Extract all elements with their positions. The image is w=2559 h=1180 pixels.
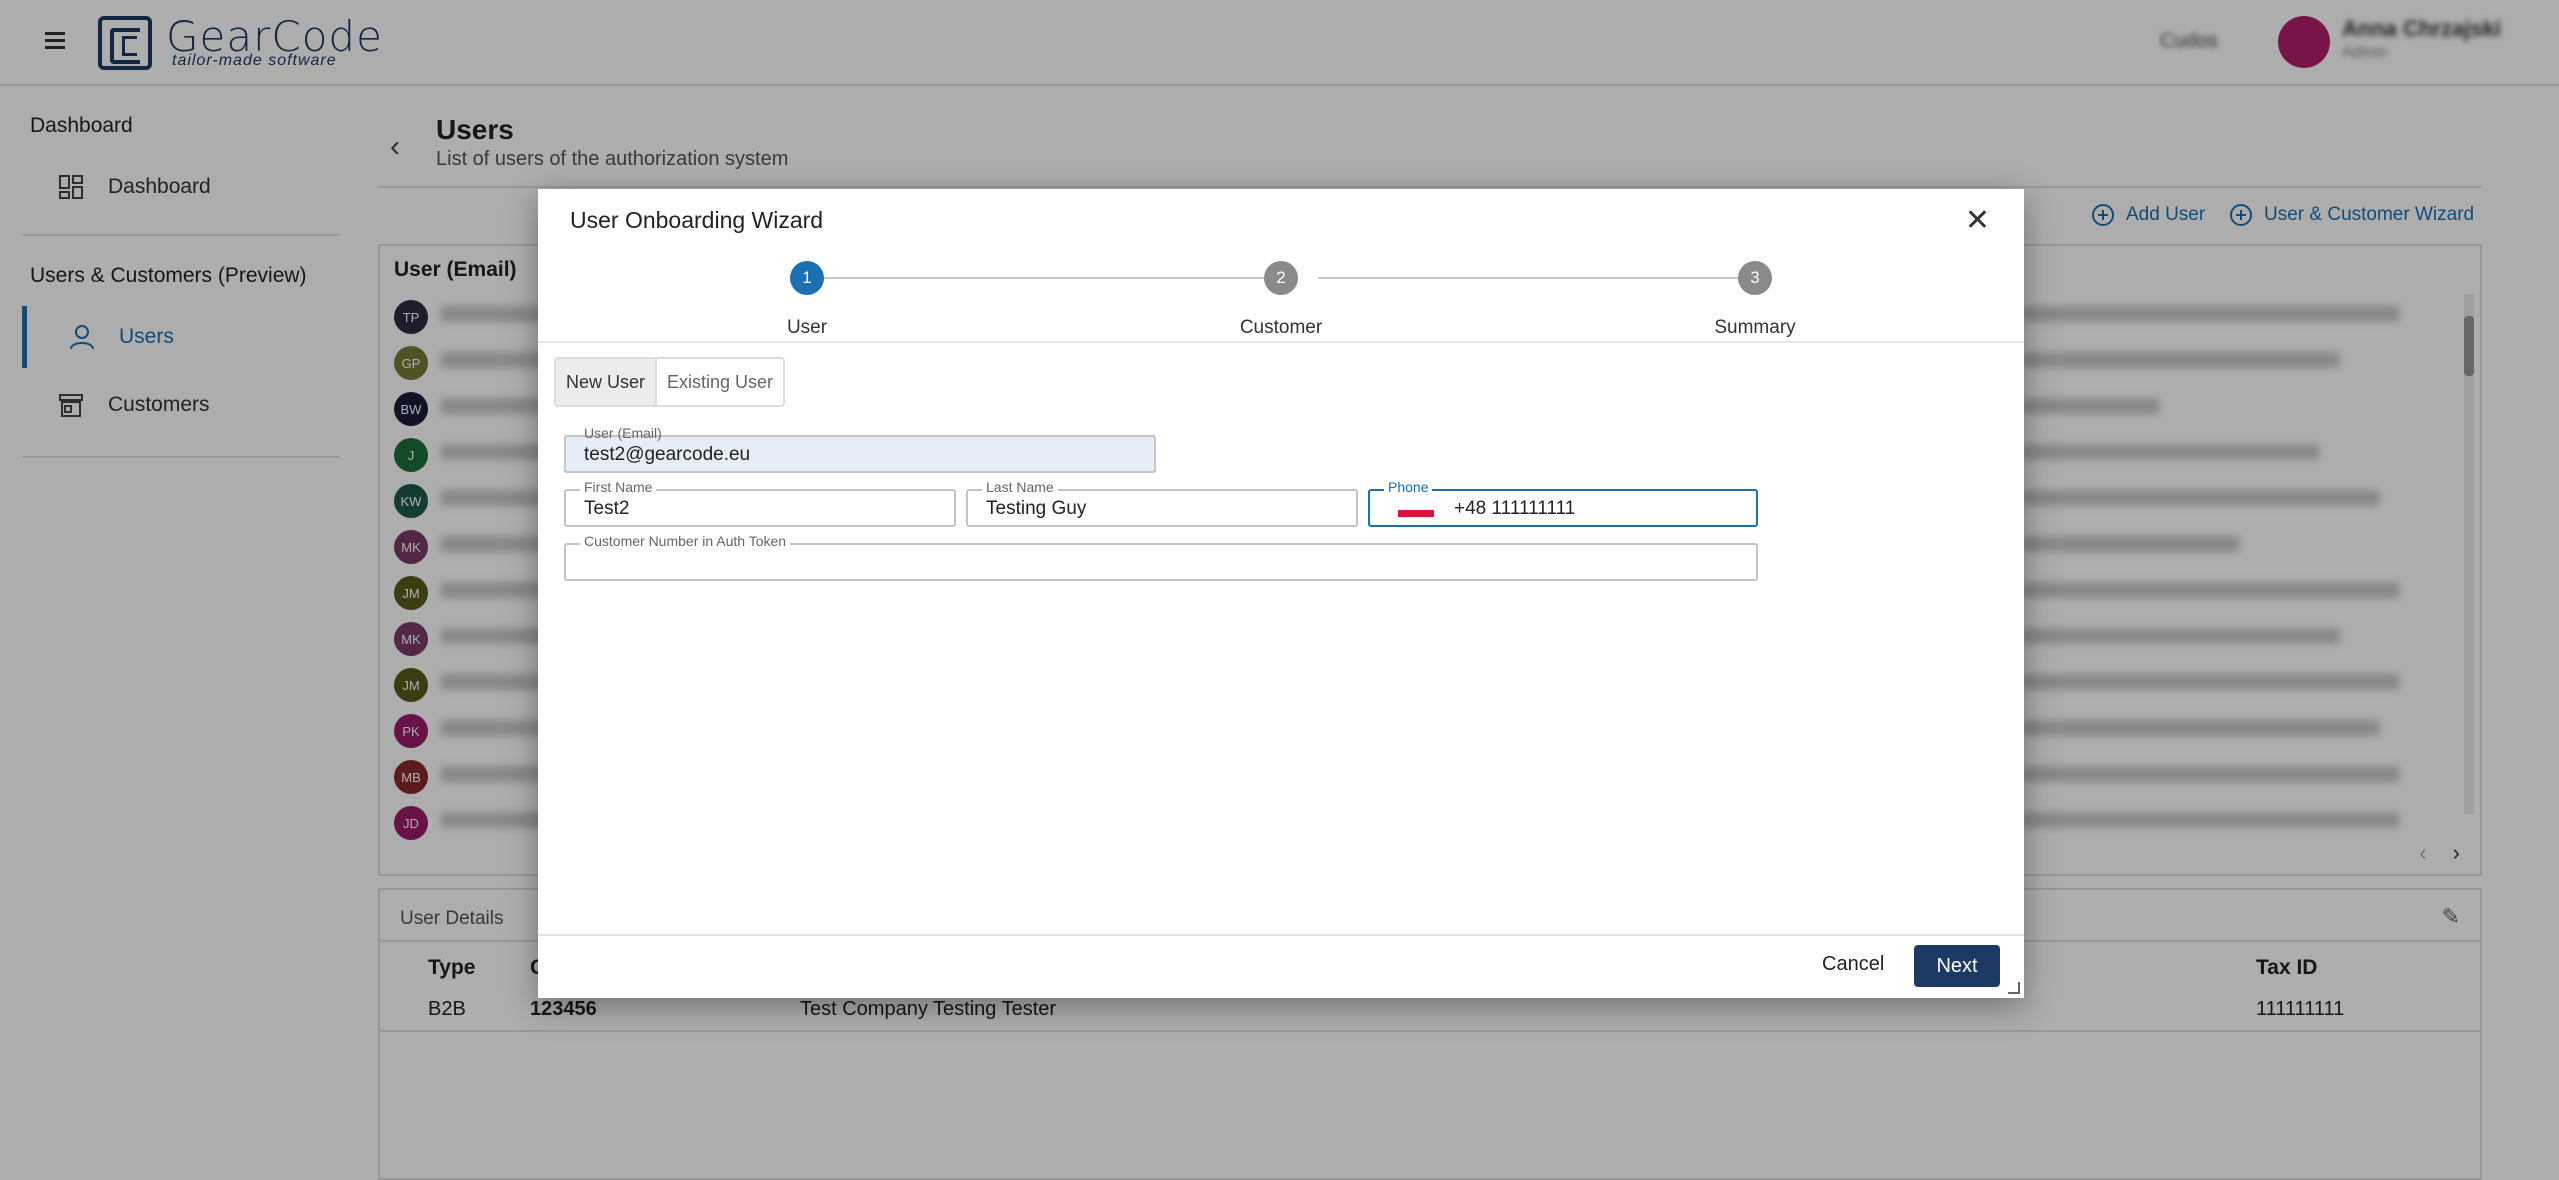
first-name-field[interactable]: First Name Test2 <box>564 479 956 527</box>
email-value: test2@gearcode.eu <box>584 444 751 465</box>
divider <box>538 341 2024 343</box>
next-button[interactable]: Next <box>1914 945 2000 987</box>
step-connector <box>824 277 1264 279</box>
resize-handle-icon[interactable] <box>2008 982 2020 994</box>
poland-flag-icon[interactable] <box>1398 503 1434 517</box>
existing-user-toggle[interactable]: Existing User <box>657 359 783 405</box>
close-icon[interactable]: ✕ <box>1965 203 1990 238</box>
step-connector <box>1318 277 1758 279</box>
last-name-label: Last Name <box>982 479 1058 495</box>
last-name-field[interactable]: Last Name Testing Guy <box>966 479 1358 527</box>
step-1-label: User <box>786 317 828 338</box>
cancel-button[interactable]: Cancel <box>1822 953 1884 976</box>
last-name-value: Testing Guy <box>986 498 1087 519</box>
step-1-indicator: 1 <box>790 261 824 295</box>
step-2-indicator: 2 <box>1264 261 1298 295</box>
divider <box>538 934 2024 936</box>
customer-number-label: Customer Number in Auth Token <box>580 533 791 549</box>
user-onboarding-wizard-dialog: User Onboarding Wizard ✕ 1 2 3 User Cust… <box>538 189 2024 998</box>
dialog-title: User Onboarding Wizard <box>570 207 824 233</box>
phone-value: +48 111111111 <box>1454 498 1576 519</box>
email-label: User (Email) <box>584 425 662 441</box>
phone-field[interactable]: Phone +48 111111111 <box>1368 479 1758 527</box>
customer-number-field[interactable]: Customer Number in Auth Token <box>564 533 1758 581</box>
phone-label: Phone <box>1384 479 1433 495</box>
step-3-indicator: 3 <box>1738 261 1772 295</box>
first-name-label: First Name <box>580 479 657 495</box>
new-user-toggle[interactable]: New User <box>556 359 658 405</box>
user-mode-toggle: New User Existing User <box>554 357 786 407</box>
step-2-label: Customer <box>1239 317 1323 338</box>
first-name-value: Test2 <box>584 498 630 519</box>
step-3-label: Summary <box>1714 317 1796 338</box>
email-field[interactable]: User (Email) test2@gearcode.eu <box>564 425 1156 473</box>
